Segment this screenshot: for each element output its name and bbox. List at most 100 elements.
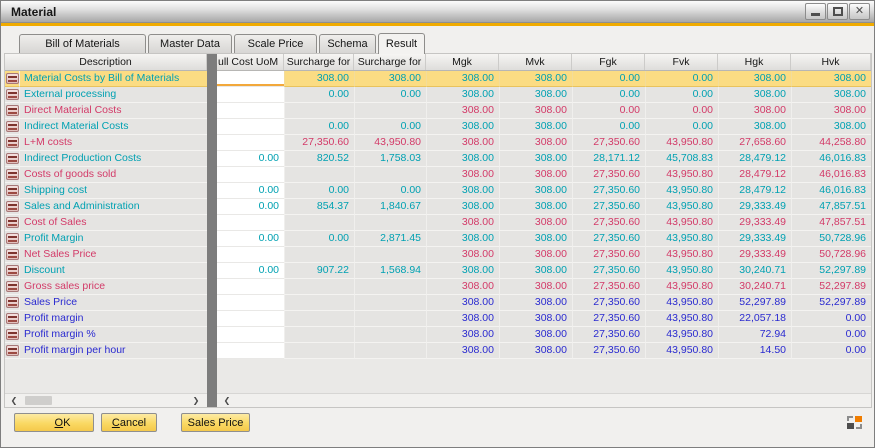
row-link-cell[interactable] <box>5 87 20 103</box>
surcharge-2-cell[interactable] <box>354 295 426 311</box>
mgk-cell[interactable]: 308.00 <box>426 295 499 311</box>
row-details-icon[interactable] <box>6 121 19 132</box>
fvk-cell[interactable]: 43,950.80 <box>645 135 718 151</box>
fgk-cell[interactable]: 27,350.60 <box>572 263 645 279</box>
description-cell[interactable]: Sales and Administration <box>20 199 207 215</box>
fvk-cell[interactable]: 43,950.80 <box>645 263 718 279</box>
uom-cell[interactable] <box>217 247 284 263</box>
row-details-icon[interactable] <box>6 89 19 100</box>
fvk-cell[interactable]: 0.00 <box>645 71 718 87</box>
row-details-icon[interactable] <box>6 169 19 180</box>
mvk-cell[interactable]: 308.00 <box>499 167 572 183</box>
surcharge-1-cell[interactable] <box>284 103 354 119</box>
fgk-cell[interactable]: 27,350.60 <box>572 311 645 327</box>
hgk-cell[interactable]: 72.94 <box>718 327 791 343</box>
row-link-cell[interactable] <box>5 327 20 343</box>
description-cell[interactable]: Indirect Material Costs <box>20 119 207 135</box>
uom-cell[interactable] <box>217 87 284 103</box>
hvk-cell[interactable]: 47,857.51 <box>791 199 871 215</box>
row-link-cell[interactable] <box>5 247 20 263</box>
tab-result[interactable]: Result <box>378 33 425 54</box>
surcharge-1-cell[interactable] <box>284 215 354 231</box>
row-details-icon[interactable] <box>6 185 19 196</box>
fvk-cell[interactable]: 45,708.83 <box>645 151 718 167</box>
hvk-cell[interactable]: 46,016.83 <box>791 167 871 183</box>
row-details-icon[interactable] <box>6 105 19 116</box>
row-link-cell[interactable] <box>5 311 20 327</box>
surcharge-2-cell[interactable]: 43,950.80 <box>354 135 426 151</box>
row-details-icon[interactable] <box>6 249 19 260</box>
fvk-cell[interactable]: 43,950.80 <box>645 327 718 343</box>
mvk-cell[interactable]: 308.00 <box>499 183 572 199</box>
hgk-cell[interactable]: 30,240.71 <box>718 279 791 295</box>
column-header-mgk[interactable]: Mgk <box>426 54 499 70</box>
hvk-cell[interactable]: 52,297.89 <box>791 279 871 295</box>
hvk-cell[interactable]: 0.00 <box>791 343 871 359</box>
hgk-cell[interactable]: 30,240.71 <box>718 263 791 279</box>
row-details-icon[interactable] <box>6 281 19 292</box>
surcharge-2-cell[interactable] <box>354 247 426 263</box>
row-link-cell[interactable] <box>5 103 20 119</box>
maximize-button[interactable] <box>827 3 848 20</box>
expand-form-icon[interactable] <box>847 416 862 429</box>
surcharge-1-cell[interactable]: 0.00 <box>284 183 354 199</box>
tab-bill-of-materials[interactable]: Bill of Materials <box>19 34 146 53</box>
fvk-cell[interactable]: 43,950.80 <box>645 167 718 183</box>
column-header-mvk[interactable]: Mvk <box>499 54 572 70</box>
mvk-cell[interactable]: 308.00 <box>499 311 572 327</box>
hvk-cell[interactable]: 308.00 <box>791 119 871 135</box>
row-link-cell[interactable] <box>5 263 20 279</box>
fgk-cell[interactable]: 27,350.60 <box>572 343 645 359</box>
fgk-cell[interactable]: 27,350.60 <box>572 167 645 183</box>
fvk-cell[interactable]: 0.00 <box>645 119 718 135</box>
fgk-cell[interactable]: 27,350.60 <box>572 183 645 199</box>
fgk-cell[interactable]: 28,171.12 <box>572 151 645 167</box>
row-link-cell[interactable] <box>5 71 20 87</box>
column-header-description[interactable]: Description <box>5 54 207 70</box>
row-link-cell[interactable] <box>5 215 20 231</box>
mgk-cell[interactable]: 308.00 <box>426 311 499 327</box>
mgk-cell[interactable]: 308.00 <box>426 119 499 135</box>
surcharge-2-cell[interactable]: 0.00 <box>354 183 426 199</box>
mgk-cell[interactable]: 308.00 <box>426 215 499 231</box>
surcharge-2-cell[interactable]: 1,568.94 <box>354 263 426 279</box>
uom-cell[interactable]: 0.00 <box>217 231 284 247</box>
mvk-cell[interactable]: 308.00 <box>499 295 572 311</box>
scroll-left-right-pane-icon[interactable]: ❮ <box>220 394 234 407</box>
description-cell[interactable]: Material Costs by Bill of Materials <box>20 71 207 87</box>
scroll-left-icon[interactable]: ❮ <box>7 394 21 407</box>
mgk-cell[interactable]: 308.00 <box>426 247 499 263</box>
surcharge-2-cell[interactable] <box>354 327 426 343</box>
row-link-cell[interactable] <box>5 343 20 359</box>
hgk-cell[interactable]: 308.00 <box>718 119 791 135</box>
scrollbar-thumb[interactable] <box>25 396 52 405</box>
hvk-cell[interactable]: 0.00 <box>791 311 871 327</box>
column-header-hgk[interactable]: Hgk <box>718 54 791 70</box>
surcharge-2-cell[interactable]: 1,840.67 <box>354 199 426 215</box>
hvk-cell[interactable]: 46,016.83 <box>791 183 871 199</box>
row-details-icon[interactable] <box>6 329 19 340</box>
description-cell[interactable]: Gross sales price <box>20 279 207 295</box>
hgk-cell[interactable]: 308.00 <box>718 87 791 103</box>
row-link-cell[interactable] <box>5 279 20 295</box>
fvk-cell[interactable]: 43,950.80 <box>645 343 718 359</box>
row-details-icon[interactable] <box>6 313 19 324</box>
uom-cell[interactable]: 0.00 <box>217 151 284 167</box>
description-cell[interactable]: Shipping cost <box>20 183 207 199</box>
mvk-cell[interactable]: 308.00 <box>499 263 572 279</box>
description-cell[interactable]: Profit margin per hour <box>20 343 207 359</box>
hgk-cell[interactable]: 29,333.49 <box>718 215 791 231</box>
row-link-cell[interactable] <box>5 119 20 135</box>
uom-cell[interactable] <box>217 135 284 151</box>
tab-master-data[interactable]: Master Data <box>148 34 232 53</box>
surcharge-2-cell[interactable]: 2,871.45 <box>354 231 426 247</box>
row-link-cell[interactable] <box>5 167 20 183</box>
fgk-cell[interactable]: 27,350.60 <box>572 135 645 151</box>
mvk-cell[interactable]: 308.00 <box>499 279 572 295</box>
surcharge-1-cell[interactable]: 820.52 <box>284 151 354 167</box>
mvk-cell[interactable]: 308.00 <box>499 215 572 231</box>
row-link-cell[interactable] <box>5 183 20 199</box>
hgk-cell[interactable]: 308.00 <box>718 71 791 87</box>
hgk-cell[interactable]: 27,658.60 <box>718 135 791 151</box>
description-cell[interactable]: External processing <box>20 87 207 103</box>
